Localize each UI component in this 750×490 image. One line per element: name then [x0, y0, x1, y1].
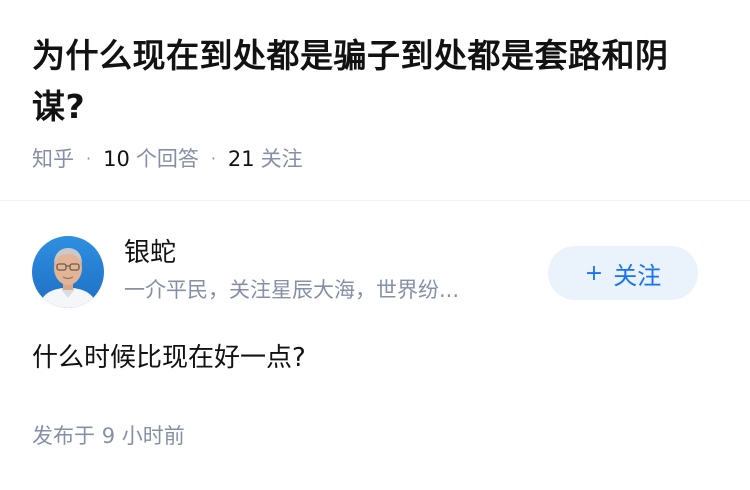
author-name[interactable]: 银蛇	[124, 234, 534, 272]
follow-button-label: 关注	[613, 261, 662, 290]
publish-time-value: 9 小时前	[101, 424, 185, 448]
answer-content[interactable]: 什么时候比现在好一点?	[32, 338, 306, 378]
question-meta: 知乎 · 10 个回答 · 21 关注	[32, 144, 718, 174]
answer-card: 银蛇 一介平民，关注星辰大海，世界纷... + 关注 什么时候比现在好一点? 发…	[32, 234, 718, 448]
author-row: 银蛇 一介平民，关注星辰大海，世界纷... + 关注	[32, 234, 718, 310]
publish-prefix: 发布于	[32, 424, 95, 448]
section-divider	[0, 200, 750, 201]
meta-separator: ·	[86, 149, 92, 168]
answer-page: 为什么现在到处都是骗子到处都是套路和阴谋? 知乎 · 10 个回答 · 21 关…	[0, 0, 750, 490]
followers-count: 21	[227, 147, 255, 171]
author-info: 银蛇 一介平民，关注星辰大海，世界纷...	[124, 234, 534, 306]
follow-button[interactable]: + 关注	[548, 246, 698, 300]
question-header: 为什么现在到处都是骗子到处都是套路和阴谋? 知乎 · 10 个回答 · 21 关…	[0, 0, 750, 171]
answers-label: 个回答	[135, 147, 199, 171]
plus-icon: +	[584, 260, 604, 286]
answers-count: 10	[103, 147, 130, 171]
meta-separator: ·	[210, 149, 216, 168]
publish-time: 发布于 9 小时前	[32, 420, 185, 452]
source-label[interactable]: 知乎	[32, 144, 74, 174]
author-bio: 一介平民，关注星辰大海，世界纷...	[124, 278, 460, 302]
followers-label: 关注	[260, 147, 303, 171]
person-avatar-icon[interactable]	[32, 236, 104, 308]
question-title[interactable]: 为什么现在到处都是骗子到处都是套路和阴谋?	[32, 30, 718, 132]
